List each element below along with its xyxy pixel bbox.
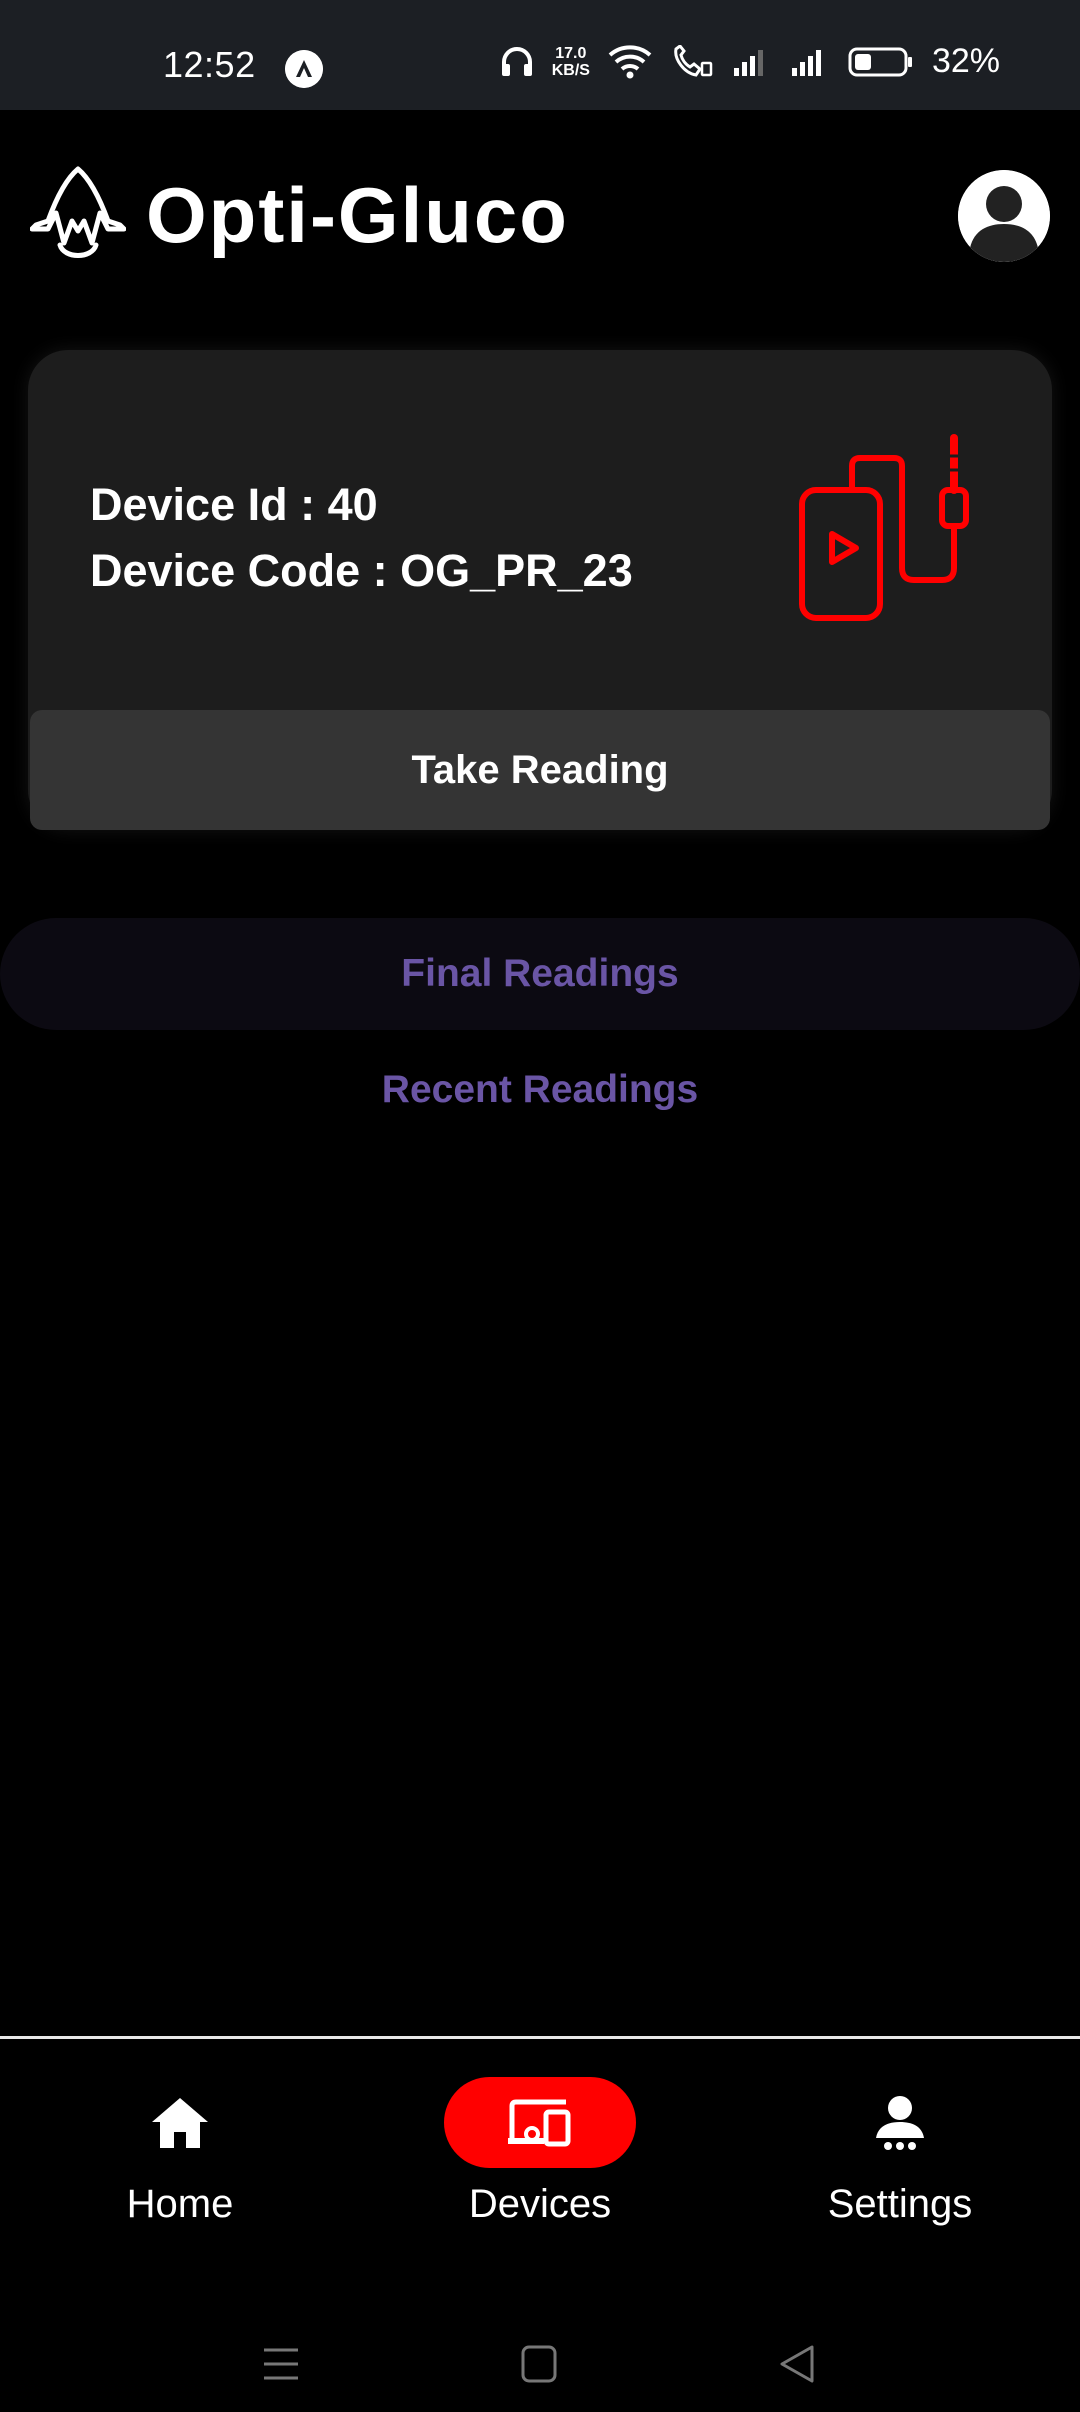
nav-home-icon-wrap [84, 2077, 276, 2168]
person-settings-icon [876, 2095, 924, 2150]
nav-item-settings[interactable]: Settings [770, 2077, 1030, 2227]
nav-label-home: Home [126, 2182, 234, 2226]
device-info: Device Id : 40 Device Code : OG_PR_23 [90, 472, 633, 604]
status-icons: 17.0 KB/S 32% [500, 42, 1000, 81]
notification-app-icon [285, 50, 323, 88]
recent-apps-icon[interactable] [262, 2346, 300, 2382]
nav-devices-icon-wrap [444, 2077, 636, 2168]
nav-item-devices[interactable]: Devices [410, 2077, 670, 2227]
app-logo: Opti-Gluco [30, 165, 569, 265]
system-navigation-bar [0, 2236, 1080, 2412]
headphones-icon [501, 46, 532, 76]
user-avatar-icon [958, 170, 1050, 262]
battery-percentage: 32% [931, 42, 1000, 80]
app-title: Opti-Gluco [146, 170, 569, 259]
heartbeat-logo-icon [30, 166, 126, 258]
devices-icon [508, 2099, 571, 2146]
signal-icon-sim1 [733, 49, 763, 76]
tab-recent-readings[interactable]: Recent Readings [0, 1035, 1080, 1145]
wifi-calling-icon [674, 44, 713, 77]
device-id-text: Device Id : 40 [90, 479, 378, 530]
nav-label-settings: Settings [827, 2182, 973, 2226]
home-system-icon[interactable] [521, 2345, 557, 2383]
take-reading-button[interactable]: Take Reading [30, 710, 1050, 830]
wifi-icon [608, 44, 652, 78]
status-time: 12:52 [163, 44, 256, 85]
battery-icon [848, 47, 912, 76]
home-icon [152, 2097, 208, 2148]
network-speed-unit: KB/S [551, 61, 590, 79]
back-icon[interactable] [778, 2344, 816, 2384]
network-speed-value: 17.0 [555, 44, 587, 62]
nav-settings-icon-wrap [804, 2077, 996, 2168]
status-bar: 12:52 17.0 KB/S 32% [0, 0, 1080, 110]
app-header: Opti-Gluco [0, 110, 1080, 310]
signal-icon-sim2 [791, 49, 821, 76]
network-speed: 17.0 KB/S [552, 45, 590, 79]
tab-final-readings[interactable]: Final Readings [0, 918, 1080, 1030]
device-connected-icon [799, 434, 969, 621]
profile-avatar-button[interactable] [958, 170, 1050, 262]
device-card: Device Id : 40 Device Code : OG_PR_23 Ta… [28, 350, 1052, 830]
nav-item-home[interactable]: Home [50, 2077, 310, 2227]
device-code-text: Device Code : OG_PR_23 [90, 545, 633, 596]
nav-label-devices: Devices [468, 2182, 612, 2226]
bottom-navigation: Home Devices Settings [0, 2036, 1080, 2236]
